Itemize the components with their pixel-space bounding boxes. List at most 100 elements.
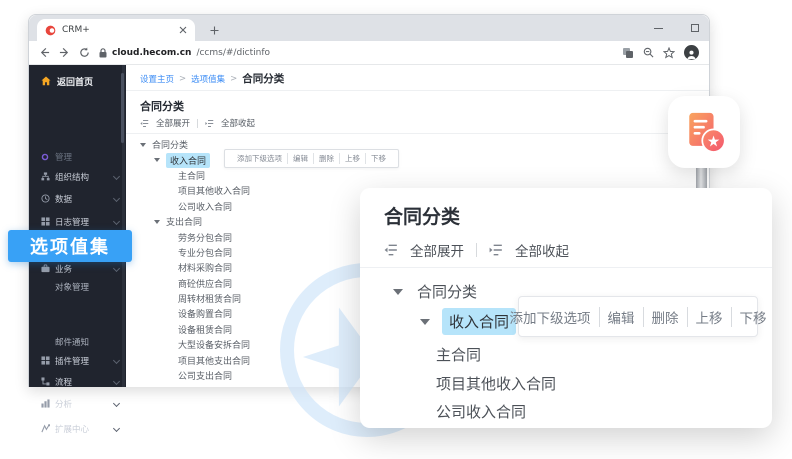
sidebar-item-extension-center[interactable]: 扩展中心 (29, 421, 126, 436)
option-set-callout[interactable]: 选项值集 (8, 230, 132, 262)
chevron-icon (113, 218, 120, 225)
grid-icon (41, 217, 50, 226)
address-bar: cloud.hecom.cn/ccms/#/dictinfo (29, 41, 709, 65)
url-path: /ccms/#/dictinfo (196, 48, 270, 58)
back-icon[interactable] (39, 47, 50, 58)
breadcrumb-current: 合同分类 (242, 71, 284, 86)
feature-badge-card (668, 96, 740, 168)
breadcrumb-option-set-link[interactable]: 选项值集 (191, 73, 225, 85)
sidebar-item-analytics[interactable]: 分析 (29, 396, 126, 411)
sidebar-item-plugin[interactable]: 插件管理 (29, 353, 126, 368)
window-controls (654, 15, 699, 41)
tree-node-selected[interactable]: 收入合同 添加下级选项 编辑 删除 上移 下移 (140, 152, 701, 167)
panel-tree-node[interactable]: 公司收入合同 (436, 401, 526, 422)
move-down-button[interactable]: 下移 (731, 307, 773, 327)
sidebar-item-business[interactable]: 业务 (29, 261, 126, 276)
plugin-grid-icon (41, 356, 50, 365)
divider (126, 133, 709, 134)
bookmark-star-icon[interactable] (663, 47, 675, 59)
browser-tab-bar: CRM+ (29, 15, 709, 41)
expand-all-link[interactable]: 全部展开 (410, 240, 464, 260)
ring-purple-icon (41, 152, 50, 161)
home-icon (41, 76, 51, 86)
move-up-button[interactable]: 上移 (339, 153, 365, 164)
sidebar-item-admin[interactable]: 管理 (29, 149, 126, 164)
sidebar-item-object-management[interactable]: 对象管理 (29, 279, 126, 294)
add-child-option-button[interactable]: 添加下级选项 (232, 153, 287, 164)
sidebar-item-data[interactable]: 数据 (29, 191, 126, 206)
edit-button[interactable]: 编辑 (287, 153, 313, 164)
panel-tree-node[interactable]: 主合同 (436, 344, 481, 365)
chevron-icon (113, 173, 120, 180)
expand-all-link[interactable]: 全部展开 (156, 117, 190, 129)
caret-down-icon[interactable] (393, 289, 403, 295)
sidebar-home[interactable]: 返回首页 (29, 71, 126, 91)
tree-controls: 全部展开 全部收起 (140, 117, 255, 129)
breadcrumb: 设置主页 > 选项值集 > 合同分类 (140, 71, 284, 86)
panel-action-toolbar: 添加下级选项 编辑 删除 上移 下移 (518, 296, 758, 337)
caret-down-icon[interactable] (140, 143, 146, 147)
sidebar-scrollbar[interactable] (122, 65, 125, 387)
browser-tab[interactable]: CRM+ (37, 19, 195, 41)
panel-tree-node[interactable]: 项目其他收入合同 (436, 373, 556, 394)
panel-tree-root[interactable]: 合同分类 (393, 281, 477, 302)
sidebar-item-org-structure[interactable]: 组织结构 (29, 169, 126, 184)
delete-button[interactable]: 删除 (313, 153, 339, 164)
add-child-option-button[interactable]: 添加下级选项 (502, 307, 599, 327)
magnified-panel: 合同分类 全部展开 全部收起 合同分类 收入合同 添加下级选项 编辑 删除 上移… (360, 188, 772, 428)
bar-chart-icon (41, 399, 50, 408)
breadcrumb-separator: > (179, 74, 186, 84)
chevron-icon (113, 378, 120, 385)
sidebar-item-log[interactable]: 日志管理 (29, 214, 126, 229)
app-sidebar: 返回首页 管理 组织结构 数据 日志管理 (29, 65, 126, 387)
url-domain: cloud.hecom.cn (112, 48, 191, 58)
url-field[interactable]: cloud.hecom.cn/ccms/#/dictinfo (99, 48, 613, 58)
maximize-button[interactable] (691, 24, 699, 32)
move-down-button[interactable]: 下移 (365, 153, 391, 164)
site-favicon (45, 25, 56, 36)
delete-button[interactable]: 删除 (643, 307, 687, 327)
tab-close-icon[interactable] (179, 26, 187, 34)
collapse-all-link[interactable]: 全部收起 (515, 240, 569, 260)
sidebar-item-mail-notify[interactable]: 邮件通知 (29, 334, 126, 349)
clock-icon (41, 194, 50, 203)
breadcrumb-home-link[interactable]: 设置主页 (140, 73, 174, 85)
profile-avatar[interactable] (684, 45, 699, 60)
refresh-icon[interactable] (79, 47, 90, 58)
new-tab-button[interactable] (205, 21, 223, 39)
org-chart-icon (41, 172, 50, 181)
collapse-all-icon (489, 243, 503, 257)
breadcrumb-separator: > (230, 74, 237, 84)
chevron-icon (113, 265, 120, 272)
chevron-icon (113, 400, 120, 407)
node-action-toolbar: 添加下级选项 编辑 删除 上移 下移 (224, 149, 399, 168)
collapse-all-icon (205, 119, 214, 128)
minimize-button[interactable] (654, 28, 663, 29)
panel-tree-controls: 全部展开 全部收起 (384, 240, 569, 260)
zoom-icon[interactable] (643, 47, 654, 58)
caret-down-icon[interactable] (154, 158, 160, 162)
page-title: 合同分类 (140, 98, 184, 114)
move-up-button[interactable]: 上移 (687, 307, 731, 327)
forward-icon[interactable] (59, 47, 70, 58)
briefcase-icon (41, 264, 50, 273)
caret-down-icon[interactable] (420, 319, 430, 325)
divider (476, 243, 477, 257)
tree-node[interactable]: 主合同 (140, 168, 701, 183)
sidebar-item-workflow[interactable]: 流程 (29, 374, 126, 389)
selected-node-label[interactable]: 收入合同 (166, 153, 210, 168)
divider (197, 119, 198, 128)
caret-down-icon[interactable] (154, 220, 160, 224)
plus-icon (210, 26, 219, 35)
chevron-icon (113, 195, 120, 202)
expand-all-icon (384, 243, 398, 257)
edit-button[interactable]: 编辑 (599, 307, 643, 327)
divider (360, 267, 772, 268)
translate-icon[interactable] (622, 47, 634, 59)
panel-title: 合同分类 (384, 202, 460, 229)
flow-icon (41, 377, 50, 386)
expand-all-icon (140, 119, 149, 128)
chevron-icon (113, 357, 120, 364)
collapse-all-link[interactable]: 全部收起 (221, 117, 255, 129)
document-star-icon (678, 106, 730, 158)
